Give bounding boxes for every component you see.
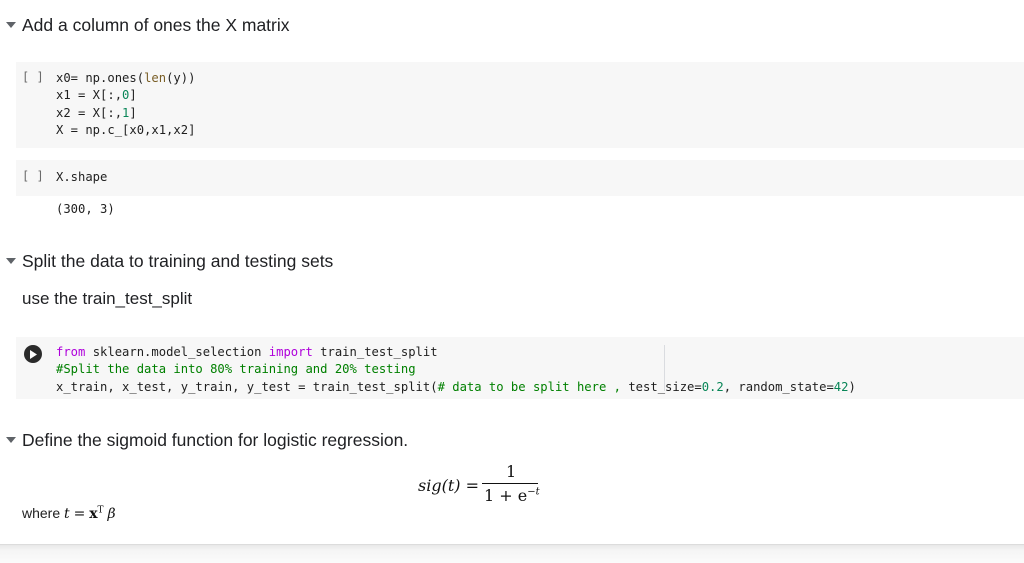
code-editor[interactable]: from sklearn.model_selection import trai…	[56, 344, 856, 396]
play-circle-icon[interactable]	[24, 345, 42, 363]
section-heading: Split the data to training and testing s…	[22, 250, 334, 271]
section-heading: Add a column of ones the X matrix	[22, 14, 290, 35]
section-header-1: Add a column of ones the X matrix	[0, 12, 290, 38]
caret-down-icon[interactable]	[0, 437, 22, 443]
cell-bracket[interactable]: [ ]	[22, 70, 44, 84]
section-header-2: Split the data to training and testing s…	[0, 248, 333, 274]
caret-down-icon[interactable]	[0, 258, 22, 264]
cell-bracket[interactable]: [ ]	[22, 169, 44, 183]
code-cell-2[interactable]: [ ] X.shape	[16, 160, 1024, 196]
cell-output: (300, 3)	[56, 202, 115, 216]
section-text: use the train_test_split	[22, 289, 193, 308]
formula-numerator: 1	[506, 462, 517, 481]
section-header-3: Define the sigmoid function for logistic…	[0, 427, 408, 453]
code-editor[interactable]: x0= np.ones(len(y)) x1 = X[:,0] x2 = X[:…	[56, 70, 195, 140]
formula-lhs: sig(t) =	[418, 476, 479, 495]
bottom-divider	[0, 544, 1024, 563]
caret-down-icon[interactable]	[0, 22, 22, 28]
code-editor[interactable]: X.shape	[56, 169, 107, 186]
ruler-line	[664, 345, 665, 391]
where-clause: where t = xT β	[22, 505, 116, 522]
code-cell-3[interactable]: from sklearn.model_selection import trai…	[16, 337, 1024, 399]
formula-denominator: 1 + e−t	[484, 486, 540, 505]
fraction-bar	[482, 483, 538, 484]
code-cell-1[interactable]: [ ] x0= np.ones(len(y)) x1 = X[:,0] x2 =…	[16, 62, 1024, 148]
section-heading: Define the sigmoid function for logistic…	[22, 429, 409, 450]
